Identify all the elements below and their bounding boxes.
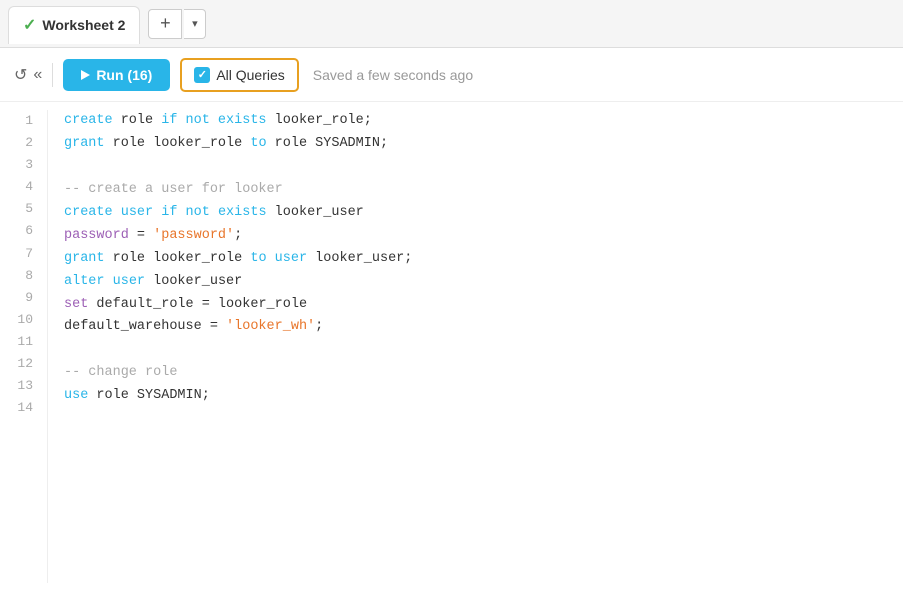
line-numbers: 1234567891011121314: [0, 110, 48, 583]
code-line: use role SYSADMIN;: [64, 385, 903, 408]
code-line: default_warehouse = 'looker_wh';: [64, 316, 903, 339]
add-tab-button[interactable]: +: [148, 9, 182, 39]
code-line: alter user looker_user: [64, 271, 903, 294]
tab-bar: ✓ Worksheet 2 + ▾: [0, 0, 903, 48]
code-content[interactable]: create role if not exists looker_role;gr…: [64, 110, 903, 583]
tab-label: Worksheet 2: [42, 17, 125, 33]
code-line: create role if not exists looker_role;: [64, 110, 903, 133]
toolbar: ↺ « Run (16) All Queries Saved a few sec…: [0, 48, 903, 102]
code-line: grant role looker_role to user looker_us…: [64, 248, 903, 271]
tab-check-icon: ✓: [23, 15, 36, 35]
play-icon: [81, 70, 90, 80]
code-line: create user if not exists looker_user: [64, 202, 903, 225]
tab-dropdown-button[interactable]: ▾: [184, 9, 206, 39]
all-queries-button[interactable]: All Queries: [180, 58, 298, 92]
all-queries-label: All Queries: [216, 67, 284, 83]
plus-icon: +: [160, 13, 171, 34]
code-editor[interactable]: 1234567891011121314 create role if not e…: [0, 102, 903, 591]
collapse-icon[interactable]: «: [33, 66, 42, 84]
tab-add-area: + ▾: [148, 9, 206, 39]
toolbar-icons: ↺ «: [14, 65, 42, 85]
saved-status: Saved a few seconds ago: [313, 67, 473, 83]
worksheet-tab[interactable]: ✓ Worksheet 2: [8, 6, 140, 44]
code-line: -- create a user for looker: [64, 179, 903, 202]
code-line: [64, 339, 903, 362]
divider: [52, 63, 53, 87]
checkbox-icon: [194, 67, 210, 83]
run-button[interactable]: Run (16): [63, 59, 170, 91]
code-line: grant role looker_role to role SYSADMIN;: [64, 133, 903, 156]
code-line: -- change role: [64, 362, 903, 385]
chevron-down-icon: ▾: [192, 17, 198, 30]
code-line: set default_role = looker_role: [64, 294, 903, 317]
refresh-icon[interactable]: ↺: [14, 65, 27, 85]
code-line: [64, 408, 903, 431]
run-button-label: Run (16): [96, 67, 152, 83]
code-line: [64, 156, 903, 179]
code-line: password = 'password';: [64, 225, 903, 248]
